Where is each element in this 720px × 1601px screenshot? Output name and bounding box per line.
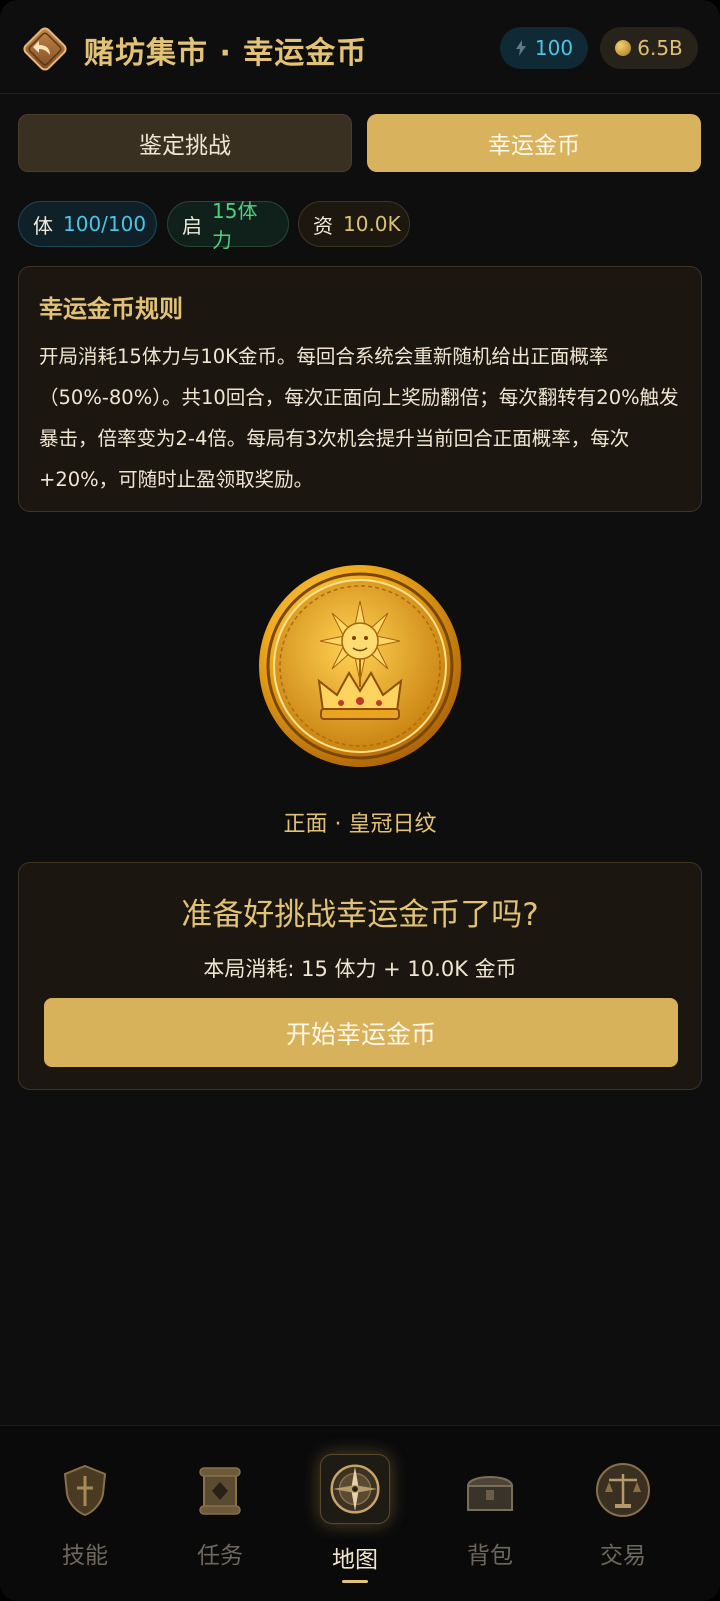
round-cost: 本局消耗: 15 体力 + 10.0K 金币 xyxy=(203,957,517,981)
start-label: 启 xyxy=(182,213,202,238)
rules-text: 开局消耗15体力与10K金币。每回合系统会重新随机给出正面概率（50%-80%）… xyxy=(39,345,679,491)
app-screen: 赌坊集市 · 幸运金币 100 6.5B 鉴定挑战 幸运金币 体 100/100… xyxy=(0,0,720,1601)
back-arrow-icon xyxy=(23,27,67,71)
active-indicator xyxy=(342,1580,368,1583)
nav-label: 交易 xyxy=(600,1543,646,1569)
stamina-value: 100/100 xyxy=(63,212,147,236)
nav-item-bag[interactable]: 背包 xyxy=(440,1460,540,1580)
gold-value: 6.5B xyxy=(637,36,683,60)
energy-counter[interactable]: 100 xyxy=(500,27,588,69)
lucky-coin[interactable] xyxy=(257,563,463,769)
tab-label: 鉴定挑战 xyxy=(139,133,231,159)
fund-value: 10.0K xyxy=(343,212,401,236)
fund-chip: 资 10.0K xyxy=(298,201,410,247)
fund-label: 资 xyxy=(313,213,333,238)
nav-item-quests[interactable]: 任务 xyxy=(170,1460,270,1580)
stamina-chip: 体 100/100 xyxy=(18,201,157,247)
tab-label: 幸运金币 xyxy=(488,133,580,159)
scroll-icon xyxy=(199,1467,241,1515)
back-button[interactable] xyxy=(20,24,70,74)
top-bar: 赌坊集市 · 幸运金币 100 6.5B xyxy=(0,0,720,94)
rules-card: 幸运金币规则 开局消耗15体力与10K金币。每回合系统会重新随机给出正面概率（5… xyxy=(18,266,702,512)
nav-item-map[interactable]: 地图 xyxy=(305,1454,405,1583)
nav-label: 背包 xyxy=(467,1543,513,1569)
nav-label: 地图 xyxy=(332,1547,378,1573)
stamina-label: 体 xyxy=(33,213,53,238)
sun-crown-coin-icon xyxy=(259,565,461,767)
start-lucky-coin-button[interactable]: 开始幸运金币 xyxy=(44,998,678,1067)
rules-title: 幸运金币规则 xyxy=(39,295,183,323)
tab-appraisal-challenge[interactable]: 鉴定挑战 xyxy=(18,114,352,172)
gold-counter[interactable]: 6.5B xyxy=(600,27,698,69)
start-value: 15体力 xyxy=(212,199,258,252)
challenge-title: 准备好挑战幸运金币了吗? xyxy=(181,897,539,933)
coin-icon xyxy=(615,40,632,56)
start-cost-chip: 启 15体力 xyxy=(167,199,289,252)
chest-icon xyxy=(466,1476,514,1511)
start-button-label: 开始幸运金币 xyxy=(285,1019,436,1049)
nav-item-trade[interactable]: 交易 xyxy=(573,1460,673,1580)
scale-icon xyxy=(596,1463,650,1517)
nav-label: 技能 xyxy=(62,1543,108,1569)
lightning-icon xyxy=(515,40,526,56)
compass-icon xyxy=(320,1454,390,1524)
energy-value: 100 xyxy=(534,36,574,60)
bottom-nav: 技能 任务 地图 背包 交易 xyxy=(0,1425,720,1601)
tab-lucky-coin[interactable]: 幸运金币 xyxy=(367,114,701,172)
coin-face-label: 正面 · 皇冠日纹 xyxy=(283,812,437,837)
nav-label: 任务 xyxy=(197,1543,243,1569)
page-title: 赌坊集市 · 幸运金币 xyxy=(84,36,368,71)
challenge-card: 准备好挑战幸运金币了吗? 本局消耗: 15 体力 + 10.0K 金币 开始幸运… xyxy=(18,862,702,1090)
nav-item-skills[interactable]: 技能 xyxy=(35,1460,135,1580)
shield-icon xyxy=(63,1464,107,1517)
